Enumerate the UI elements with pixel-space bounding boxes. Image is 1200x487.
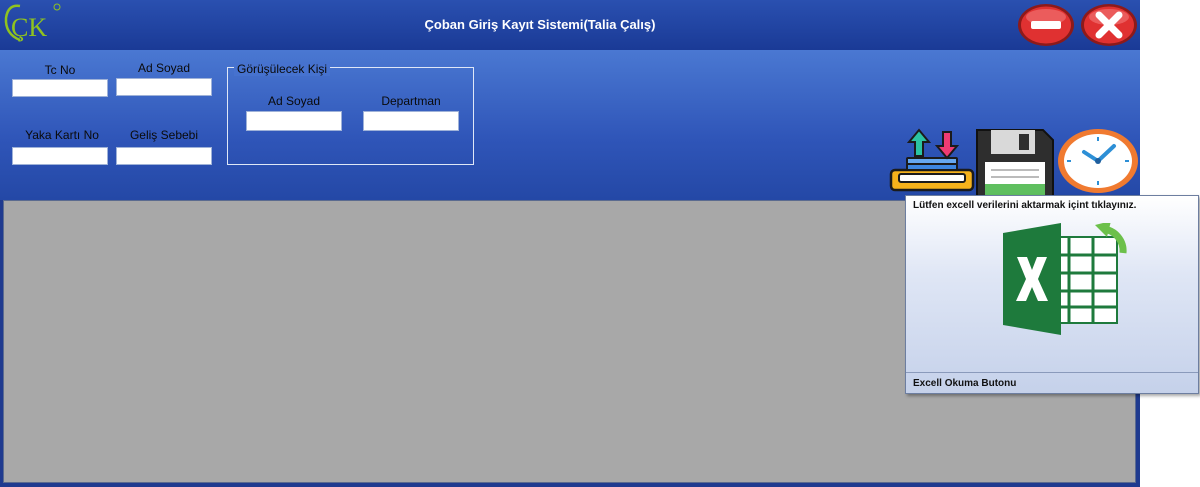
tc-no-label: Tc No — [44, 63, 76, 77]
gelis-sebebi-input[interactable] — [116, 147, 212, 165]
group-title: Görüşülecek Kişi — [234, 62, 331, 76]
yaka-karti-input[interactable] — [12, 147, 108, 165]
tc-no-input[interactable] — [12, 79, 108, 97]
ad-soyad-input[interactable] — [116, 78, 212, 96]
gelis-sebebi-label: Geliş Sebebi — [129, 128, 199, 142]
tooltip-footer: Excell Okuma Butonu — [913, 378, 1017, 389]
excel-tooltip: Lütfen excell verilerini aktarmak içint … — [905, 195, 1199, 394]
minus-icon — [1031, 21, 1061, 29]
save-floppy-icon[interactable] — [975, 128, 1055, 198]
close-button[interactable] — [1080, 3, 1138, 47]
ad-soyad-label: Ad Soyad — [137, 61, 191, 75]
excel-icon — [1003, 223, 1127, 335]
clock-icon[interactable] — [1056, 128, 1140, 194]
tooltip-divider — [906, 372, 1198, 373]
minimize-button[interactable] — [1017, 3, 1075, 47]
window-title: Çoban Giriş Kayıt Sistemi(Talia Çalış) — [424, 17, 656, 32]
import-export-icon[interactable] — [889, 128, 975, 194]
group-ad-soyad-input[interactable] — [246, 111, 342, 131]
departman-input[interactable] — [363, 111, 459, 131]
departman-label: Departman — [381, 94, 441, 108]
group-ad-soyad-label: Ad Soyad — [267, 94, 321, 108]
title-bar: ÇK Çoban Giriş Kayıt Sistemi(Talia Çalış… — [0, 0, 1140, 50]
tooltip-text: Lütfen excell verilerini aktarmak içint … — [913, 200, 1137, 211]
entry-form-panel: Tc No Ad Soyad Yaka Kartı No Geliş Sebeb… — [0, 50, 1140, 200]
yaka-karti-label: Yaka Kartı No — [25, 128, 99, 142]
